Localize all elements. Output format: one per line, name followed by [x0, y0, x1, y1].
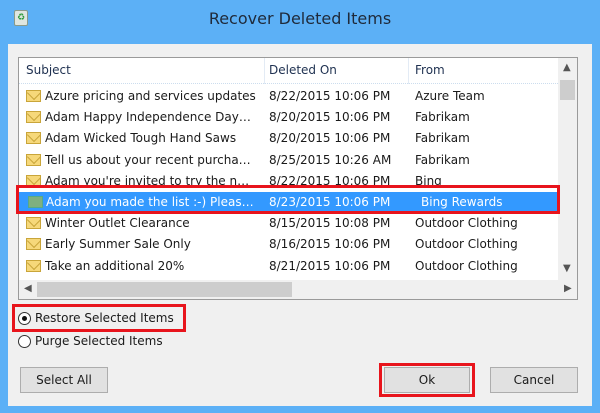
vertical-scroll-thumb[interactable]: [560, 80, 575, 100]
row-deleted-on: 8/25/2015 10:26 AM: [269, 152, 392, 167]
purge-option[interactable]: Purge Selected Items: [18, 334, 163, 348]
horizontal-scroll-thumb[interactable]: [37, 282, 292, 297]
row-subject: Early Summer Sale Only: [45, 237, 191, 252]
row-subject: Take an additional 20%: [45, 258, 185, 273]
row-deleted-on: 8/16/2015 10:06 PM: [269, 237, 391, 252]
row-from: Outdoor Clothing: [415, 237, 518, 252]
row-deleted-on: 8/20/2015 10:06 PM: [269, 131, 391, 146]
purge-radio[interactable]: [18, 334, 31, 348]
row-from: Fabrikam: [415, 110, 470, 125]
envelope-icon: [26, 111, 41, 124]
column-from[interactable]: From: [415, 63, 445, 77]
envelope-icon: [26, 132, 41, 145]
column-subject[interactable]: Subject: [26, 63, 71, 77]
row-deleted-on: 8/22/2015 10:06 PM: [269, 89, 391, 103]
ok-highlight: [379, 363, 475, 397]
scroll-down-icon[interactable]: ▼: [563, 263, 571, 274]
scroll-up-icon[interactable]: ▲: [563, 62, 571, 73]
table-row[interactable]: Adam Wicked Tough Hand Saws 8/20/2015 10…: [19, 128, 558, 149]
cancel-button[interactable]: Cancel: [490, 367, 578, 393]
envelope-icon: [26, 153, 41, 166]
row-subject: Azure pricing and services updates: [45, 89, 256, 103]
list-header: Subject Deleted On From: [19, 58, 558, 84]
table-row[interactable]: Adam Happy Independence Day… 8/20/2015 1…: [19, 107, 558, 128]
row-deleted-on: 8/20/2015 10:06 PM: [269, 110, 391, 125]
row-deleted-on: 8/21/2015 10:06 PM: [269, 258, 391, 273]
envelope-icon: [26, 238, 41, 251]
restore-highlight: [12, 304, 186, 332]
row-subject: Winter Outlet Clearance: [45, 216, 190, 231]
horizontal-scrollbar[interactable]: ◀ ▶: [19, 280, 577, 299]
table-row[interactable]: Early Summer Sale Only 8/16/2015 10:06 P…: [19, 234, 558, 255]
row-from: Outdoor Clothing: [415, 216, 518, 231]
table-row[interactable]: Tell us about your recent purcha… 8/25/2…: [19, 150, 558, 171]
envelope-icon: [26, 259, 41, 272]
row-subject: Tell us about your recent purcha…: [45, 152, 251, 167]
row-from: Fabrikam: [415, 152, 470, 167]
envelope-icon: [26, 217, 41, 230]
table-row[interactable]: Azure pricing and services updates 8/22/…: [19, 86, 558, 107]
deleted-items-list[interactable]: Subject Deleted On From Azure pricing an…: [18, 57, 578, 300]
window-title: Recover Deleted Items: [208, 9, 392, 28]
title-bar: ♻ Recover Deleted Items: [0, 0, 600, 44]
vertical-scrollbar[interactable]: ▲ ▼: [558, 58, 577, 280]
selected-row-highlight: [16, 185, 560, 214]
table-row[interactable]: Take an additional 20% 8/21/2015 10:06 P…: [19, 256, 558, 277]
column-deleted-on[interactable]: Deleted On: [269, 63, 337, 77]
row-deleted-on: 8/15/2015 10:08 PM: [269, 216, 391, 231]
scroll-left-icon[interactable]: ◀: [24, 283, 32, 294]
purge-label: Purge Selected Items: [35, 334, 163, 348]
envelope-icon: [26, 90, 41, 102]
select-all-button[interactable]: Select All: [20, 367, 108, 393]
scroll-right-icon[interactable]: ▶: [564, 283, 572, 294]
row-subject: Adam Wicked Tough Hand Saws: [45, 131, 237, 146]
row-subject: Adam Happy Independence Day…: [45, 110, 251, 125]
row-from: Outdoor Clothing: [415, 258, 518, 273]
row-from: Azure Team: [415, 89, 485, 103]
table-row[interactable]: Winter Outlet Clearance 8/15/2015 10:08 …: [19, 213, 558, 234]
row-from: Fabrikam: [415, 131, 470, 146]
